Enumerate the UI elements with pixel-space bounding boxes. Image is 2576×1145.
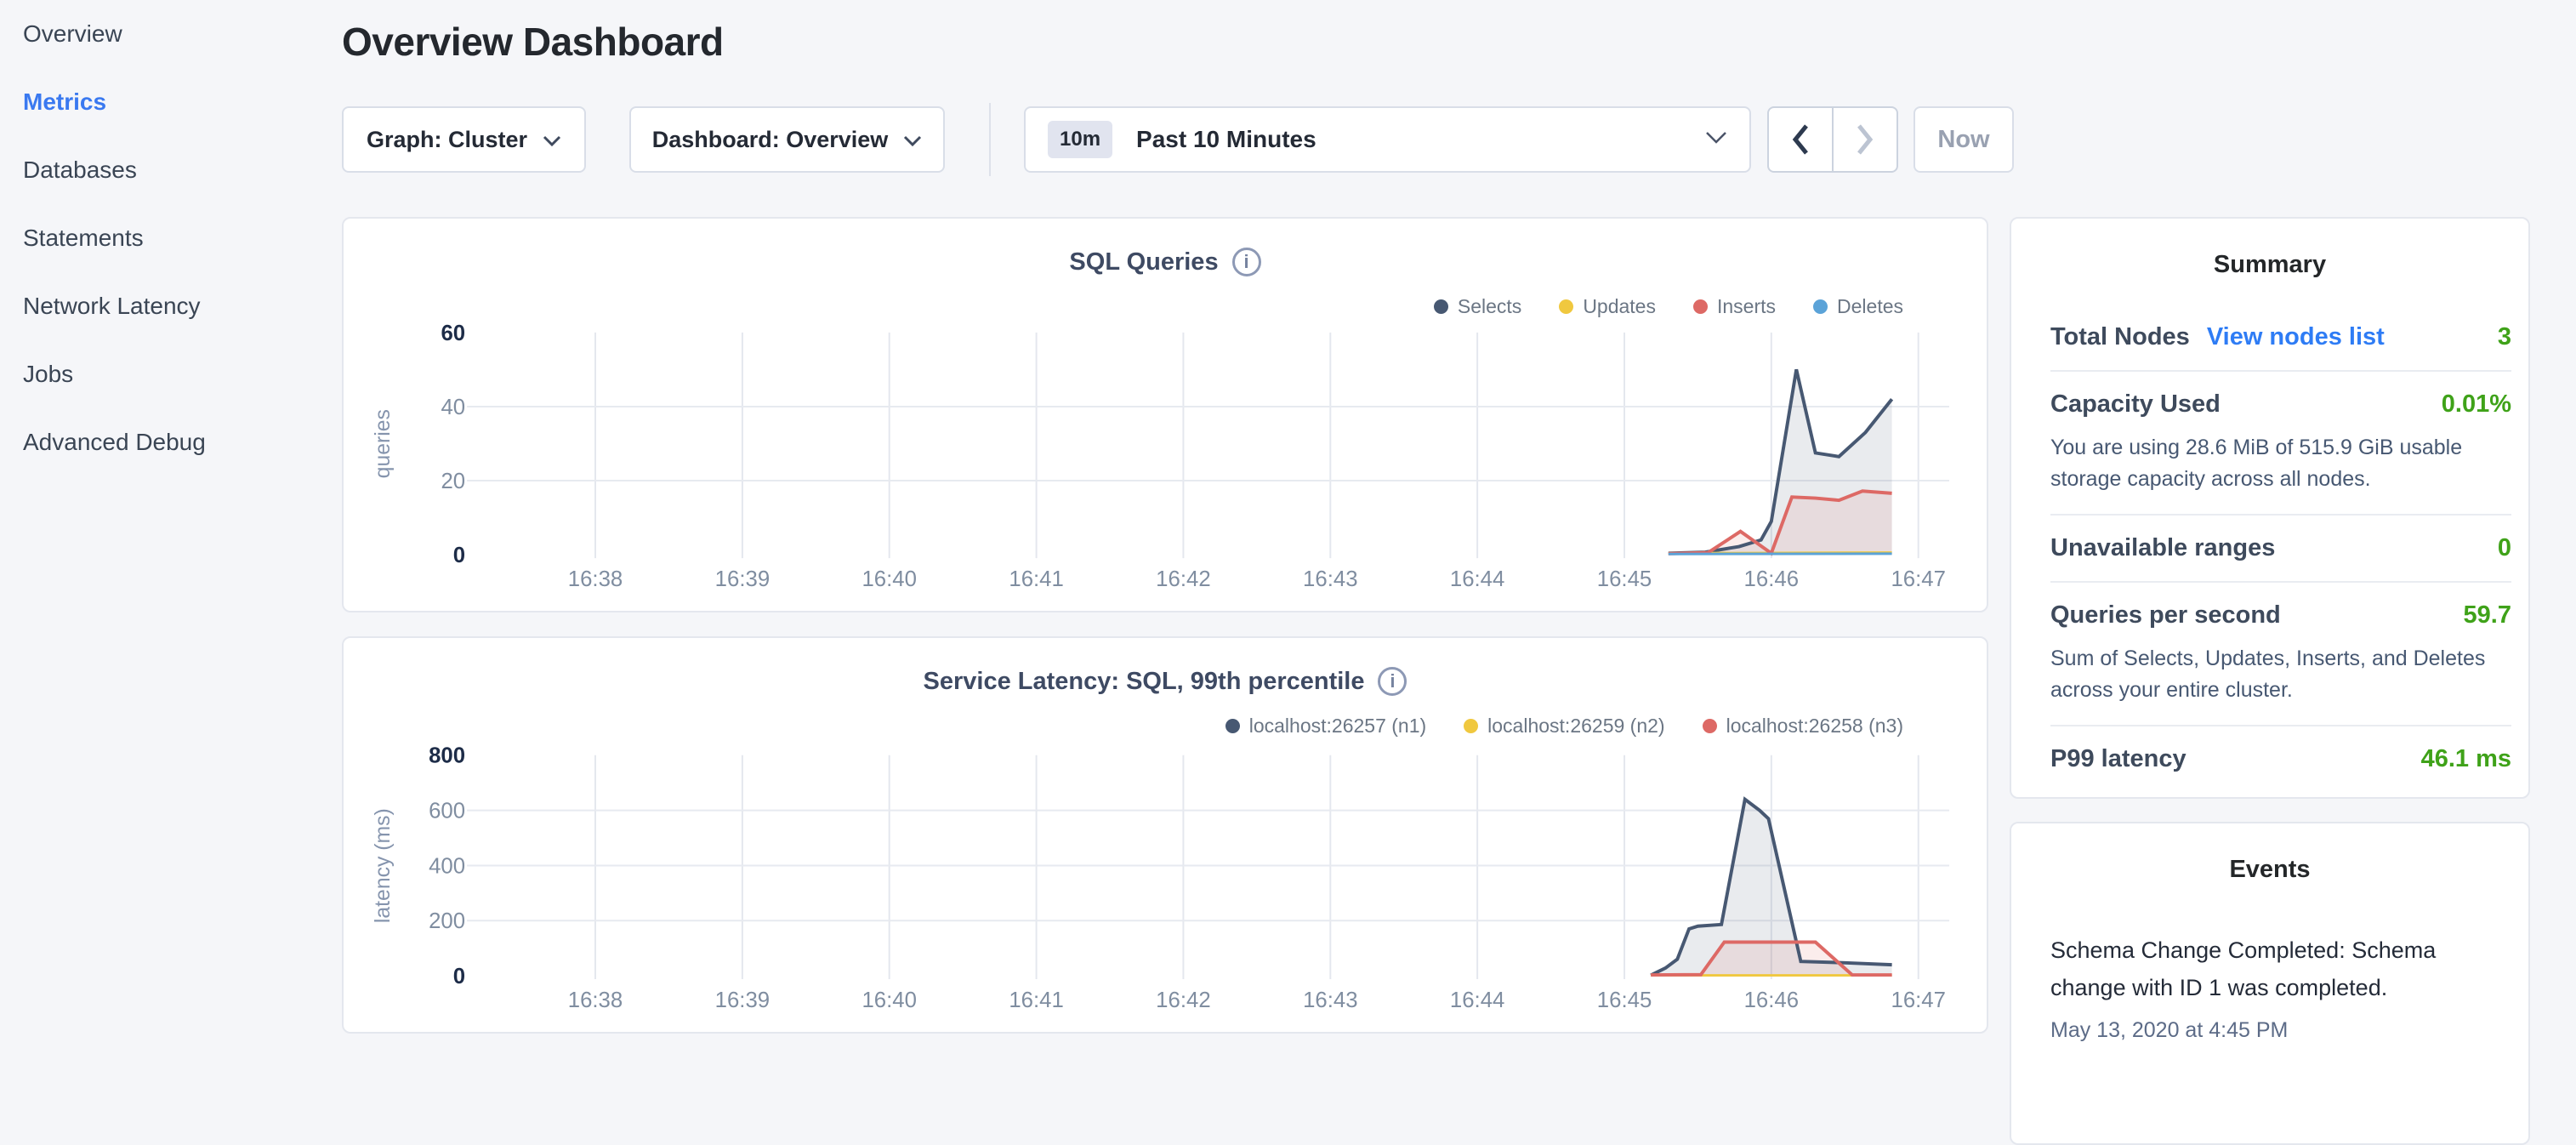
service-latency-chart-card: Service Latency: SQL, 99th percentile i … <box>342 636 1988 1034</box>
svg-text:600: 600 <box>429 800 465 823</box>
svg-text:16:44: 16:44 <box>1450 988 1504 1012</box>
summary-label: Unavailable ranges <box>2050 534 2275 562</box>
sql-queries-chart-card: SQL Queries i SelectsUpdatesInsertsDelet… <box>342 217 1988 612</box>
svg-text:16:46: 16:46 <box>1744 567 1799 591</box>
sidebar-item-advanced-debug[interactable]: Advanced Debug <box>23 408 312 476</box>
summary-title: Summary <box>2011 251 2528 279</box>
chevron-down-icon <box>543 127 561 153</box>
svg-text:16:44: 16:44 <box>1450 567 1504 591</box>
svg-text:16:45: 16:45 <box>1597 988 1652 1012</box>
summary-value: 0 <box>2498 534 2511 562</box>
sidebar-item-databases[interactable]: Databases <box>23 136 312 204</box>
summary-value: 3 <box>2498 323 2511 351</box>
svg-text:400: 400 <box>429 854 465 878</box>
svg-text:16:42: 16:42 <box>1156 567 1210 591</box>
time-range-dropdown[interactable]: 10m Past 10 Minutes <box>1024 106 1751 173</box>
summary-value: 0.01% <box>2442 390 2511 419</box>
svg-text:16:39: 16:39 <box>715 567 770 591</box>
svg-text:16:42: 16:42 <box>1156 988 1210 1012</box>
summary-row-capacity-used: Capacity Used 0.01% You are using 28.6 MiB… <box>2050 370 2511 514</box>
svg-text:queries: queries <box>372 409 395 478</box>
prev-range-button[interactable] <box>1769 108 1832 171</box>
sidebar-item-jobs[interactable]: Jobs <box>23 340 312 408</box>
summary-row-head: Total Nodes View nodes list 3 <box>2050 323 2511 351</box>
chart-plot: 16:38 16:39 16:40 16:41 16:42 16:43 16:44 16:45… <box>344 638 1987 1032</box>
now-button[interactable]: Now <box>1914 106 2014 173</box>
chevron-down-icon <box>1705 131 1727 149</box>
summary-row-queries-per-second: Queries per second 59.7 Sum of Selects, Up… <box>2050 581 2511 725</box>
summary-row-unavailable-ranges: Unavailable ranges 0 <box>2050 514 2511 581</box>
summary-row-head: P99 latency 46.1 ms <box>2050 745 2511 773</box>
svg-text:16:43: 16:43 <box>1303 567 1357 591</box>
svg-text:200: 200 <box>429 909 465 933</box>
svg-text:16:41: 16:41 <box>1009 567 1063 591</box>
summary-row-head: Queries per second 59.7 <box>2050 601 2511 629</box>
svg-text:16:40: 16:40 <box>862 988 916 1012</box>
sidebar-item-network-latency[interactable]: Network Latency <box>23 272 312 340</box>
svg-text:16:38: 16:38 <box>568 567 623 591</box>
svg-text:latency (ms): latency (ms) <box>372 808 395 923</box>
svg-text:20: 20 <box>441 470 465 493</box>
svg-text:16:38: 16:38 <box>568 988 623 1012</box>
dashboard-dropdown-label: Dashboard: Overview <box>652 127 889 153</box>
graph-dropdown[interactable]: Graph: Cluster <box>342 106 586 173</box>
svg-text:16:47: 16:47 <box>1891 567 1945 591</box>
summary-row-head: Unavailable ranges 0 <box>2050 534 2511 562</box>
sidebar-item-metrics[interactable]: Metrics <box>23 68 312 136</box>
events-title: Events <box>2011 856 2528 884</box>
toolbar-divider <box>989 103 991 176</box>
summary-row-p99-latency: P99 latency 46.1 ms <box>2050 725 2511 792</box>
summary-row-head: Capacity Used 0.01% <box>2050 390 2511 419</box>
summary-value: 59.7 <box>2464 601 2511 629</box>
summary-panel: Summary Total Nodes View nodes list 3 Capac… <box>2010 217 2530 799</box>
time-range-badge: 10m <box>1048 121 1112 158</box>
summary-label: P99 latency <box>2050 745 2186 773</box>
chart-plot: 16:38 16:39 16:40 16:41 16:42 16:43 16:44 16:45… <box>344 219 1987 611</box>
svg-text:16:39: 16:39 <box>715 988 770 1012</box>
time-range-label: Past 10 Minutes <box>1136 126 1316 153</box>
svg-text:16:41: 16:41 <box>1009 988 1063 1012</box>
summary-desc: Sum of Selects, Updates, Inserts, and De… <box>2050 643 2501 706</box>
event-item[interactable]: Schema Change Completed: Schema change w… <box>2050 931 2511 1043</box>
summary-value: 46.1 ms <box>2421 745 2511 773</box>
summary-desc: You are using 28.6 MiB of 515.9 GiB usab… <box>2050 432 2501 495</box>
svg-text:16:47: 16:47 <box>1891 988 1946 1012</box>
page-title: Overview Dashboard <box>342 19 724 65</box>
events-panel: Events Schema Change Completed: Schema c… <box>2010 822 2530 1145</box>
graph-dropdown-label: Graph: Cluster <box>367 127 527 153</box>
view-nodes-list-link[interactable]: View nodes list <box>2207 323 2385 351</box>
summary-label: Capacity Used <box>2050 390 2221 419</box>
sidebar-item-overview[interactable]: Overview <box>23 0 312 68</box>
summary-label: Queries per second <box>2050 601 2281 629</box>
events-list: Schema Change Completed: Schema change w… <box>2011 931 2528 1043</box>
chevron-down-icon <box>903 127 922 153</box>
time-range-pager <box>1767 106 1898 173</box>
sidebar-nav-list: OverviewMetricsDatabasesStatementsNetwor… <box>23 0 312 476</box>
svg-text:16:46: 16:46 <box>1744 988 1799 1012</box>
sidebar: OverviewMetricsDatabasesStatementsNetwor… <box>23 0 312 476</box>
sidebar-item-statements[interactable]: Statements <box>23 204 312 272</box>
svg-text:16:40: 16:40 <box>862 567 916 591</box>
summary-row-total-nodes: Total Nodes View nodes list 3 <box>2050 305 2511 370</box>
svg-text:800: 800 <box>429 744 465 768</box>
svg-text:60: 60 <box>441 322 465 345</box>
next-range-button[interactable] <box>1832 108 1896 171</box>
svg-text:40: 40 <box>441 396 465 419</box>
event-message: Schema Change Completed: Schema change w… <box>2050 931 2501 1006</box>
svg-text:0: 0 <box>453 965 465 988</box>
app-root: { "sidebar": { "items": [ {"label": "Ove… <box>0 0 2576 1051</box>
svg-text:16:45: 16:45 <box>1597 567 1652 591</box>
summary-rows: Total Nodes View nodes list 3 Capacity Used… <box>2050 305 2511 792</box>
summary-label: Total Nodes <box>2050 323 2190 351</box>
event-timestamp: May 13, 2020 at 4:45 PM <box>2050 1018 2511 1043</box>
dashboard-dropdown[interactable]: Dashboard: Overview <box>629 106 945 173</box>
svg-text:16:43: 16:43 <box>1303 988 1357 1012</box>
svg-text:0: 0 <box>453 544 465 567</box>
